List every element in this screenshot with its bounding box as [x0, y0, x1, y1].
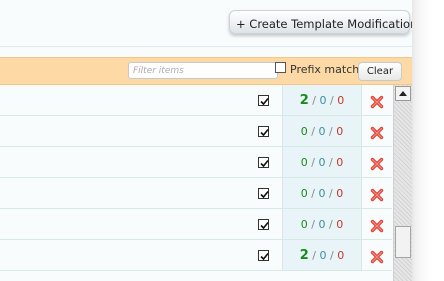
row-title-link[interactable]: [0, 116, 248, 146]
count-b: 0: [318, 218, 326, 231]
delete-x-icon: [370, 157, 384, 171]
count-separator: /: [311, 156, 315, 169]
row-enabled-checkbox[interactable]: [258, 188, 269, 199]
delete-x-icon: [370, 95, 384, 109]
count-separator: /: [329, 156, 333, 169]
delete-row-button[interactable]: [370, 249, 384, 264]
prefix-match-checkbox[interactable]: [275, 62, 286, 73]
table-row: 2 / 0 / 0: [0, 240, 392, 271]
checkmark-icon: [260, 128, 269, 137]
checkmark-icon: [260, 252, 269, 261]
count-c: 0: [337, 249, 345, 262]
count-separator: /: [312, 94, 317, 107]
delete-row-button[interactable]: [370, 94, 384, 109]
count-b: 0: [318, 156, 326, 169]
count-separator: /: [312, 249, 317, 262]
delete-x-icon: [370, 188, 384, 202]
table-row: 0 / 0 / 0: [0, 116, 392, 147]
count-a: 0: [300, 218, 308, 231]
list-scrollbar[interactable]: [393, 85, 412, 281]
template-modifications-panel: + Create Template Modification Prefix ma…: [0, 0, 412, 281]
count-separator: /: [330, 94, 334, 107]
count-c: 0: [336, 218, 344, 231]
delete-x-icon: [370, 250, 384, 264]
row-enabled-checkbox[interactable]: [258, 157, 269, 168]
delete-x-icon: [370, 219, 384, 233]
filter-items-input[interactable]: [128, 62, 278, 79]
checkmark-icon: [260, 97, 269, 106]
count-a: 0: [300, 156, 308, 169]
row-counts: 2 / 0 / 0: [282, 85, 362, 115]
row-title-link[interactable]: [0, 240, 248, 270]
count-separator: /: [330, 249, 334, 262]
count-separator: /: [329, 125, 333, 138]
filter-bar: Prefix match Clear: [0, 57, 412, 85]
header-divider: [0, 46, 412, 47]
count-b: 0: [319, 94, 327, 107]
delete-row-button[interactable]: [370, 125, 384, 140]
scrollbar-thumb[interactable]: [395, 226, 411, 258]
count-a: 2: [299, 93, 309, 108]
count-a: 0: [300, 125, 308, 138]
count-a: 0: [300, 187, 308, 200]
modification-list: 2 / 0 / 0 0 / 0 / 0 0 / 0 / 0 0 / 0 / 0 …: [0, 85, 392, 281]
count-separator: /: [311, 125, 315, 138]
table-row: 2 / 0 / 0: [0, 85, 392, 116]
count-b: 0: [318, 125, 326, 138]
row-enabled-checkbox[interactable]: [258, 219, 269, 230]
row-title-link[interactable]: [0, 209, 248, 239]
table-row: 0 / 0 / 0: [0, 178, 392, 209]
row-counts: 0 / 0 / 0: [282, 147, 362, 177]
row-title-link[interactable]: [0, 178, 248, 208]
row-enabled-checkbox[interactable]: [258, 95, 269, 106]
row-title-link[interactable]: [0, 147, 248, 177]
count-separator: /: [329, 187, 333, 200]
count-separator: /: [311, 187, 315, 200]
row-title-link[interactable]: [0, 85, 248, 115]
count-a: 2: [299, 248, 309, 263]
delete-x-icon: [370, 126, 384, 140]
table-row: 0 / 0 / 0: [0, 209, 392, 240]
row-counts: 2 / 0 / 0: [282, 240, 362, 270]
count-c: 0: [336, 187, 344, 200]
row-counts: 0 / 0 / 0: [282, 116, 362, 146]
count-b: 0: [318, 187, 326, 200]
delete-row-button[interactable]: [370, 156, 384, 171]
count-separator: /: [311, 218, 315, 231]
table-row: 0 / 0 / 0: [0, 147, 392, 178]
count-c: 0: [337, 94, 345, 107]
checkmark-icon: [260, 221, 269, 230]
prefix-match-label: Prefix match: [290, 63, 360, 76]
row-enabled-checkbox[interactable]: [258, 126, 269, 137]
count-c: 0: [336, 125, 344, 138]
count-separator: /: [329, 218, 333, 231]
delete-row-button[interactable]: [370, 187, 384, 202]
checkmark-icon: [260, 159, 269, 168]
page-edge-shadow: [412, 0, 444, 281]
scroll-up-button[interactable]: [395, 86, 411, 101]
row-counts: 0 / 0 / 0: [282, 178, 362, 208]
checkmark-icon: [260, 190, 269, 199]
count-c: 0: [336, 156, 344, 169]
arrow-up-icon: [399, 91, 407, 96]
row-enabled-checkbox[interactable]: [258, 250, 269, 261]
row-counts: 0 / 0 / 0: [282, 209, 362, 239]
clear-filter-button[interactable]: Clear: [358, 62, 402, 81]
delete-row-button[interactable]: [370, 218, 384, 233]
count-b: 0: [319, 249, 327, 262]
create-template-modification-button[interactable]: + Create Template Modification: [229, 10, 412, 34]
